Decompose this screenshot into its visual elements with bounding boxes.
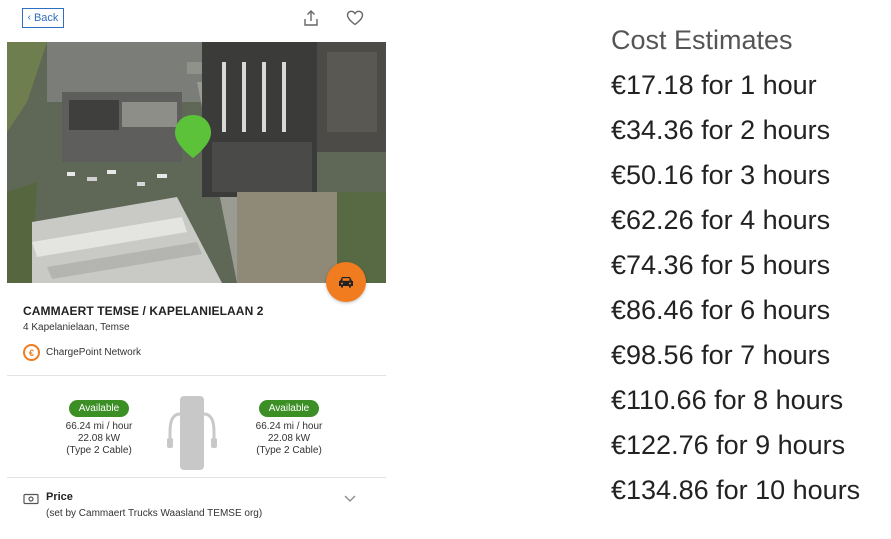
- status-badge: Available: [258, 400, 320, 417]
- price-title: Price: [46, 491, 73, 503]
- cost-estimate-item: €134.86 for 10 hours: [611, 475, 861, 505]
- cost-estimate-item: €122.76 for 9 hours: [611, 430, 846, 460]
- port-power: 22.08 kW: [77, 433, 121, 444]
- cost-estimate-item: €62.26 for 4 hours: [611, 205, 831, 235]
- port-power: 22.08 kW: [267, 433, 311, 444]
- cost-estimate-item: €98.56 for 7 hours: [611, 340, 831, 370]
- satellite-map[interactable]: [7, 42, 386, 283]
- cost-estimate-item: €50.16 for 3 hours: [611, 160, 831, 190]
- network-name: ChargePoint Network: [46, 347, 142, 358]
- station-detail-panel: ‹ Back CAMMAERT TEMSE / KAPELANIELAAN 2 …: [0, 0, 392, 539]
- charging-station-icon: [167, 396, 217, 470]
- money-icon: [23, 493, 39, 505]
- port-speed: 66.24 mi / hour: [65, 421, 133, 432]
- directions-car-button[interactable]: [326, 262, 366, 302]
- cost-estimate-item: €110.66 for 8 hours: [611, 385, 844, 415]
- cost-estimates: Cost Estimates €17.18 for 1 hour €34.36 …: [611, 18, 860, 513]
- map-imagery: [7, 42, 386, 283]
- port-right: Available 66.24 mi / hour 22.08 kW (Type…: [244, 398, 334, 457]
- station-address: 4 Kapelanielaan, Temse: [23, 322, 130, 333]
- divider: [7, 375, 386, 376]
- chevron-left-icon: ‹: [27, 12, 31, 23]
- chevron-down-icon[interactable]: [343, 493, 357, 503]
- cost-estimates-title: Cost Estimates: [611, 25, 793, 55]
- port-connector: (Type 2 Cable): [256, 445, 322, 456]
- port-left: Available 66.24 mi / hour 22.08 kW (Type…: [54, 398, 144, 457]
- status-badge: Available: [68, 400, 130, 417]
- cost-estimate-item: €17.18 for 1 hour: [611, 70, 817, 100]
- divider: [7, 477, 386, 478]
- price-subtitle: (set by Cammaert Trucks Waasland TEMSE o…: [46, 508, 263, 519]
- cost-estimate-item: €86.46 for 6 hours: [611, 295, 831, 325]
- port-connector: (Type 2 Cable): [66, 445, 132, 456]
- port-speed: 66.24 mi / hour: [255, 421, 323, 432]
- station-name: CAMMAERT TEMSE / KAPELANIELAAN 2: [23, 304, 264, 318]
- network-row[interactable]: € ChargePoint Network: [23, 344, 141, 361]
- share-icon[interactable]: [301, 8, 321, 28]
- cost-estimate-item: €74.36 for 5 hours: [611, 250, 831, 280]
- back-button[interactable]: ‹ Back: [22, 8, 64, 28]
- cost-estimate-item: €34.36 for 2 hours: [611, 115, 831, 145]
- heart-icon[interactable]: [345, 8, 365, 28]
- chargepoint-logo-icon: €: [23, 344, 40, 361]
- car-icon: [339, 277, 353, 288]
- back-label: Back: [33, 12, 59, 24]
